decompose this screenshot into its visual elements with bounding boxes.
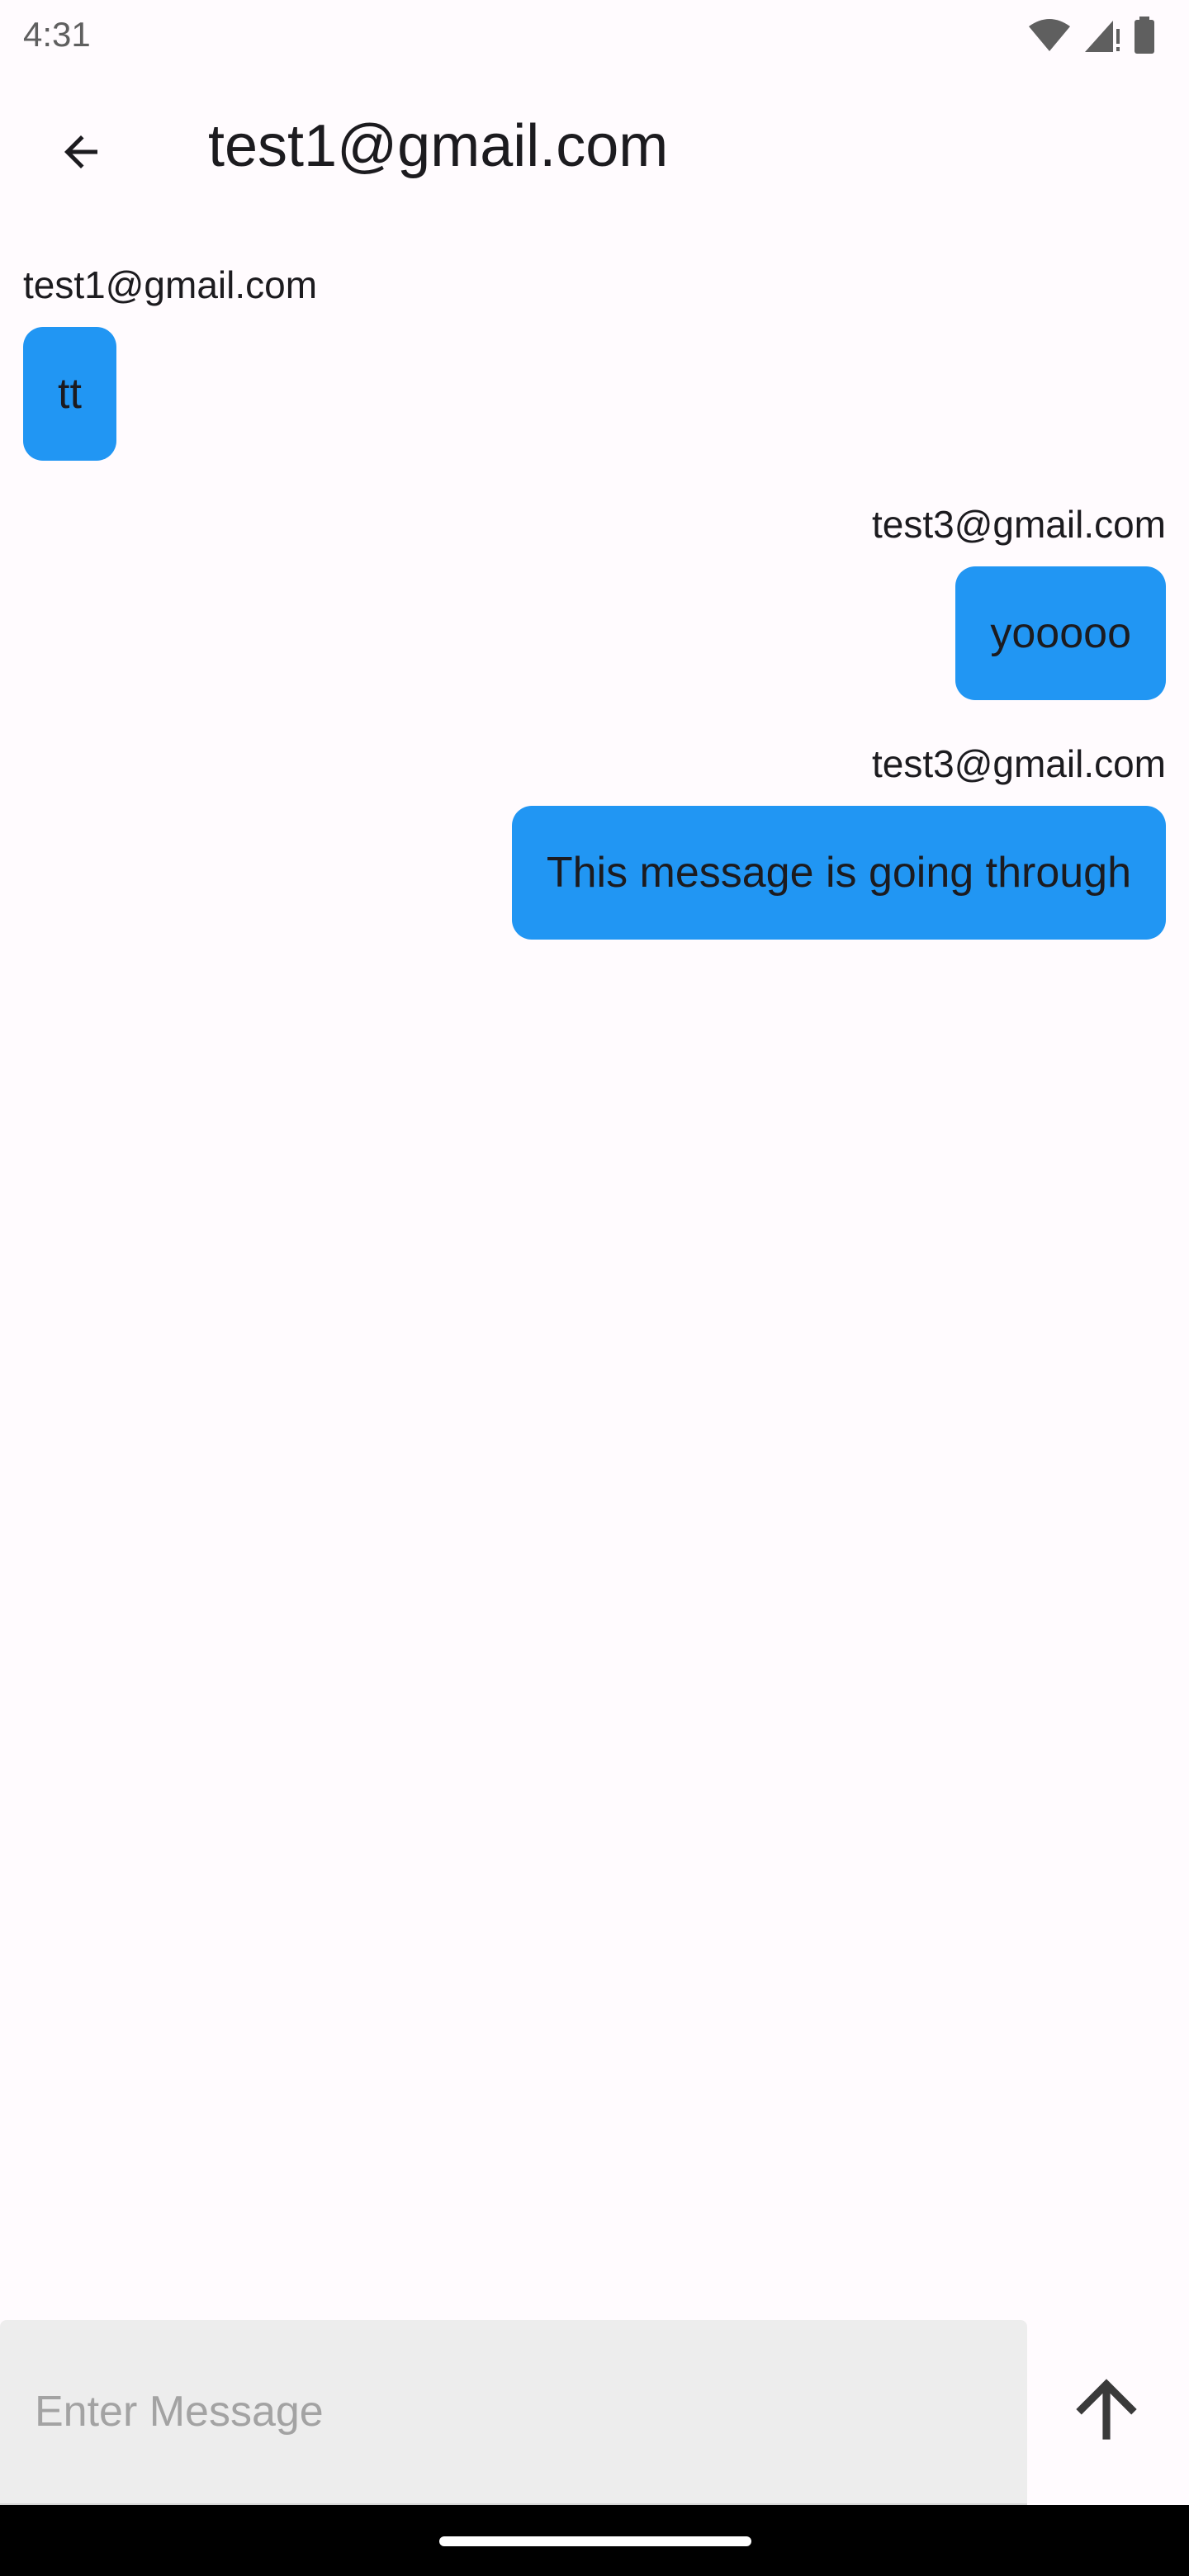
message-sender: test3@gmail.com	[871, 503, 1166, 546]
back-button[interactable]	[41, 114, 121, 193]
arrow-left-icon	[56, 127, 106, 181]
app-bar: test1@gmail.com	[0, 73, 1189, 225]
status-icons	[1027, 17, 1156, 59]
message-bubble[interactable]: This message is going through	[511, 806, 1166, 940]
message-bubble[interactable]: yooooo	[955, 566, 1166, 700]
battery-icon	[1133, 17, 1156, 59]
arrow-up-icon	[1061, 2364, 1152, 2459]
message-composer	[0, 2320, 1189, 2505]
message-input[interactable]	[0, 2320, 1027, 2505]
message-bubble[interactable]: tt	[23, 327, 116, 461]
status-bar: 4:31	[0, 0, 1189, 73]
status-time: 4:31	[23, 15, 91, 54]
message-sender: test1@gmail.com	[23, 263, 318, 306]
home-gesture-handle[interactable]	[439, 2536, 751, 2546]
send-button[interactable]	[1057, 2353, 1156, 2469]
system-navigation-bar	[0, 2505, 1189, 2576]
message-sender: test3@gmail.com	[871, 742, 1166, 785]
wifi-icon	[1027, 18, 1072, 57]
cellular-signal-icon	[1083, 17, 1121, 58]
page-title: test1@gmail.com	[208, 113, 669, 179]
